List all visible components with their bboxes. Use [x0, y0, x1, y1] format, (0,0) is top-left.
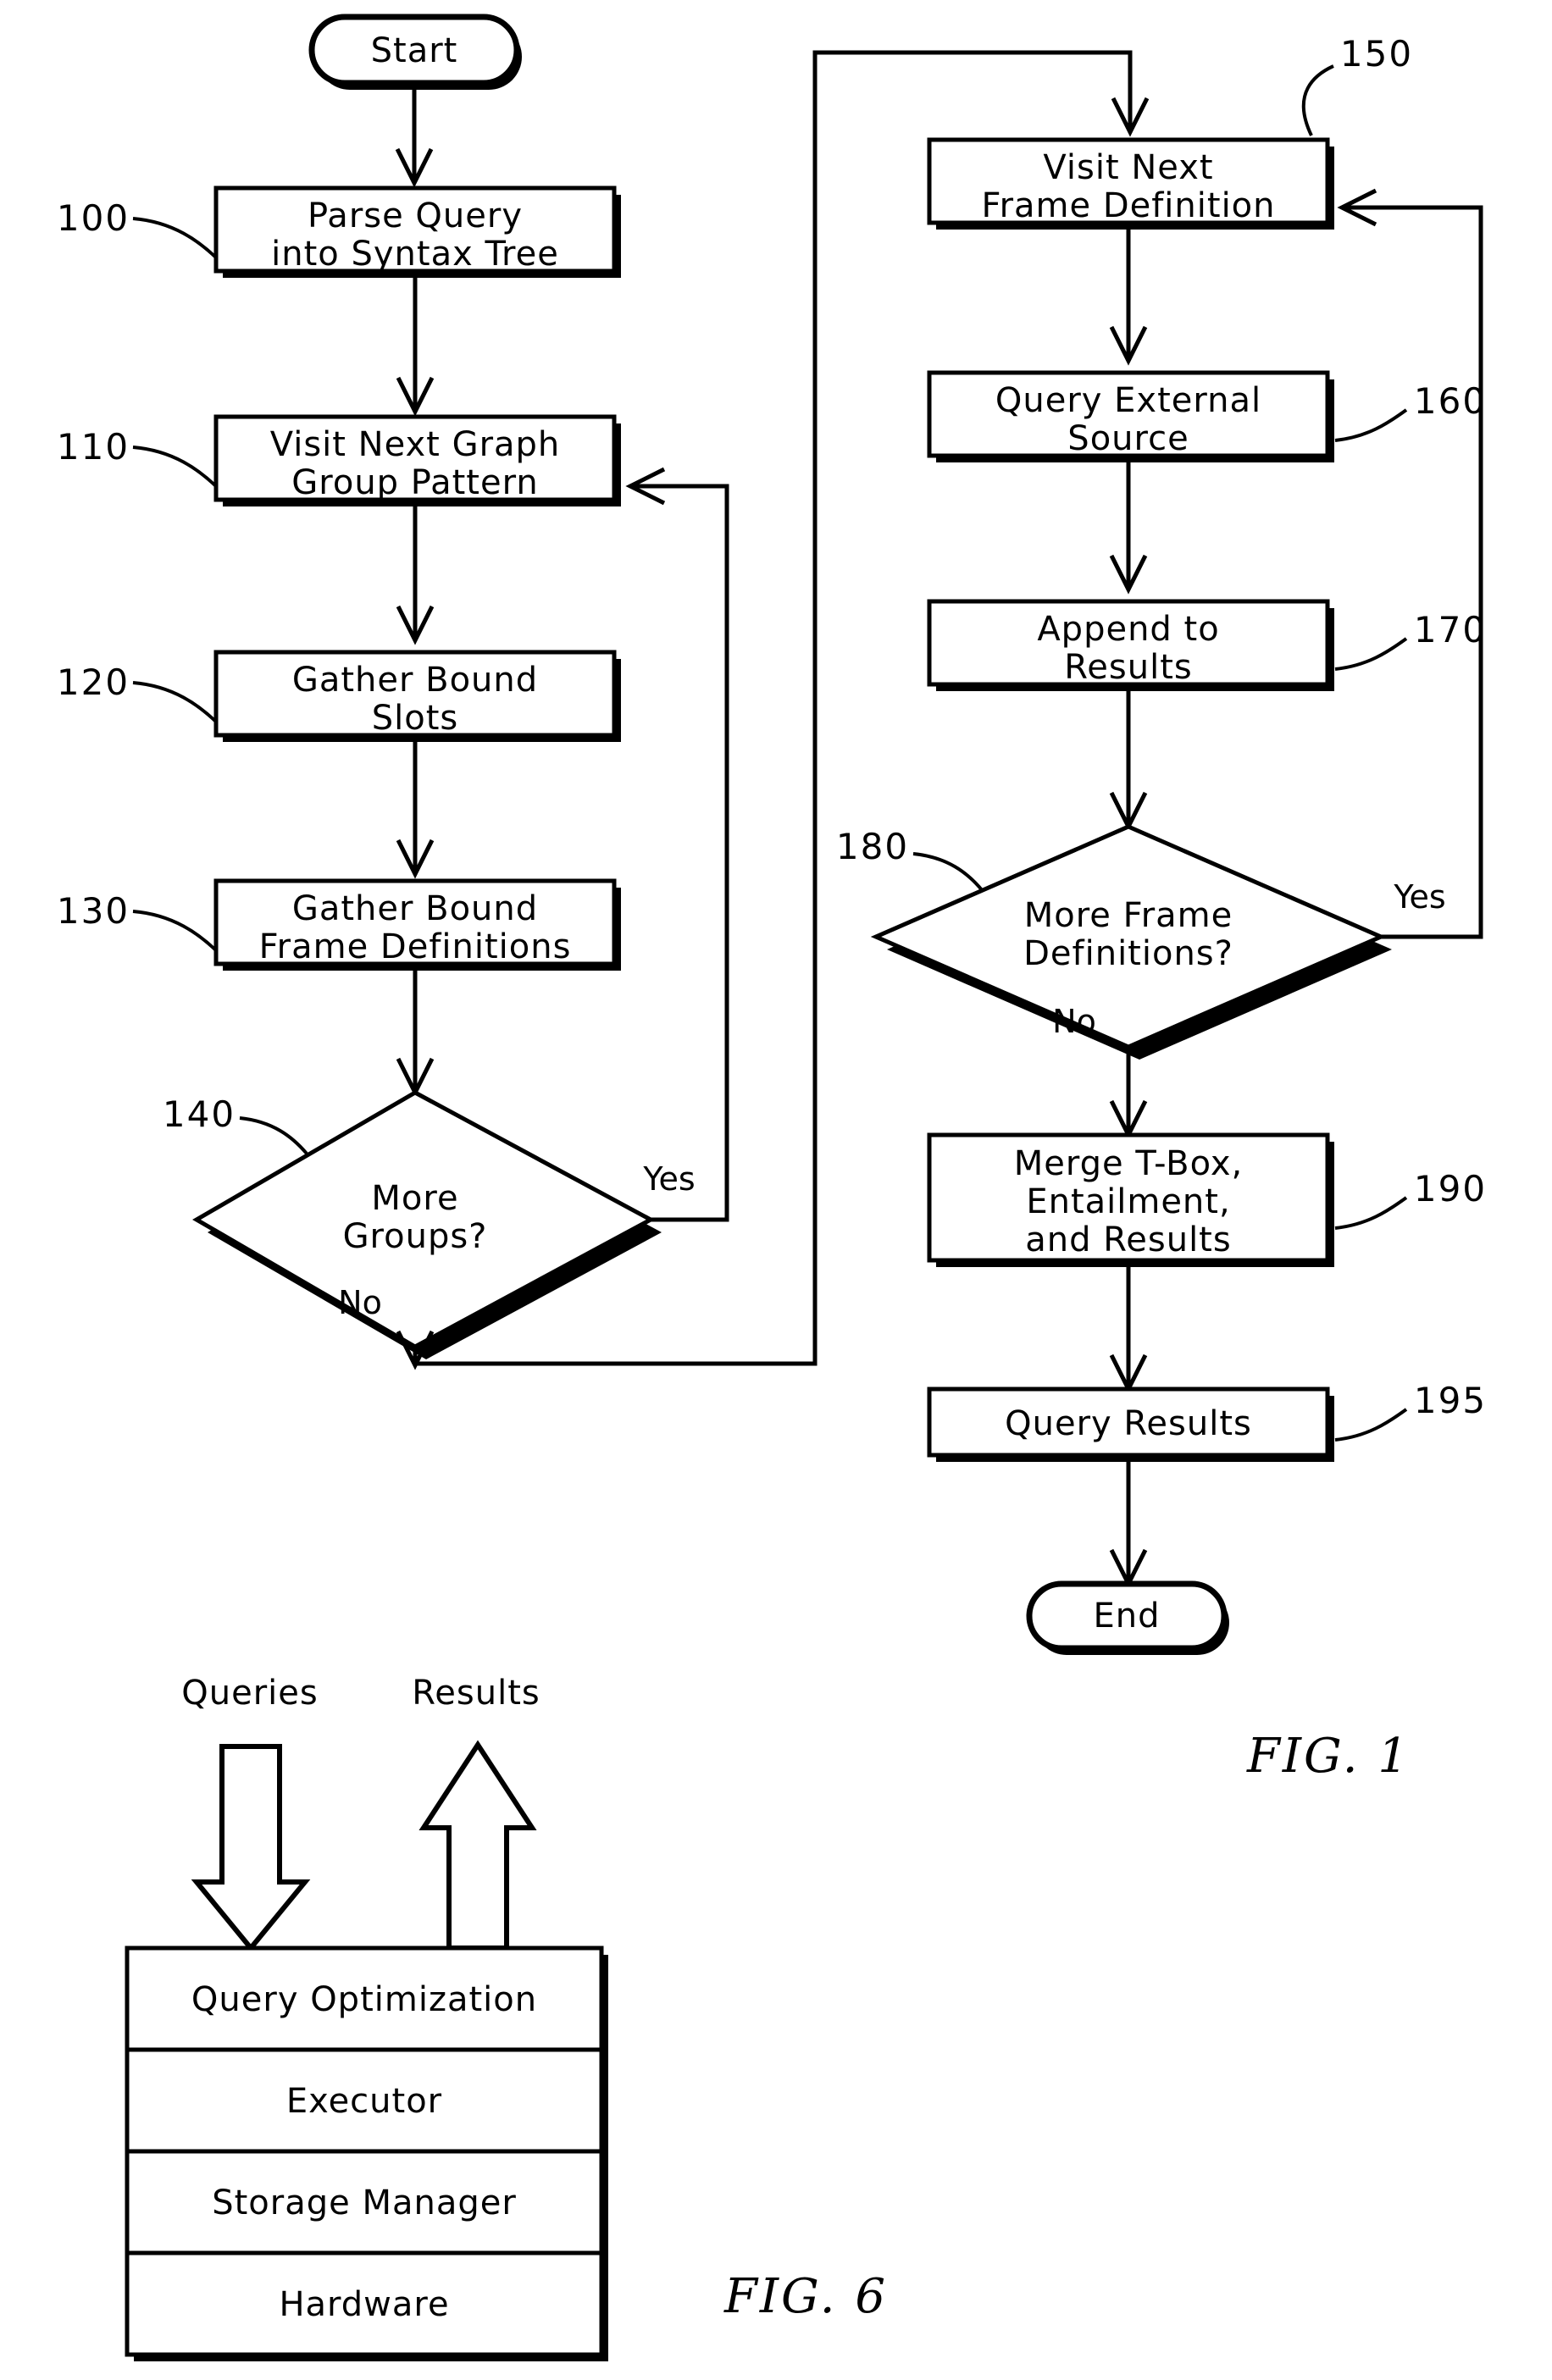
reference-numeral-140: 140: [163, 1093, 236, 1135]
reference-leader-190: 190: [1334, 1168, 1487, 1230]
node-180: More Frame Definitions?: [870, 824, 1392, 1060]
node-195-line-0: Query Results: [1005, 1404, 1252, 1443]
node-190-line-0: Merge T-Box,: [1014, 1144, 1243, 1183]
connector-140-yes-to-110: Yes: [625, 467, 729, 1222]
connector-190-to-195: [1109, 1267, 1148, 1394]
connector-120-to-130: [396, 742, 435, 879]
reference-numeral-130: 130: [57, 890, 130, 932]
reference-numeral-195: 195: [1414, 1380, 1487, 1421]
node-160: Query External Source: [927, 370, 1334, 462]
node-170-line-0: Append to: [1037, 610, 1219, 649]
reference-leader-150: 150: [1301, 33, 1413, 136]
reference-numeral-170: 170: [1414, 609, 1487, 650]
terminal-end-label: End: [1093, 1597, 1160, 1636]
queries-block-arrow-down: [191, 1744, 311, 1952]
reference-numeral-190: 190: [1414, 1168, 1487, 1209]
node-190-line-2: and Results: [1025, 1220, 1231, 1259]
node-190-line-1: Entailment,: [1026, 1182, 1230, 1221]
fig6-layer-2: Storage Manager: [125, 2149, 604, 2255]
node-150: Visit Next Frame Definition: [927, 137, 1334, 230]
node-100-line-0: Parse Query: [308, 196, 523, 235]
fig6-layer-0-label: Query Optimization: [191, 1980, 537, 2019]
node-140-line-1: Groups?: [343, 1217, 488, 1256]
node-180-line-0: More Frame: [1024, 896, 1233, 935]
node-120-line-1: Slots: [372, 699, 459, 738]
node-195: Query Results: [927, 1386, 1334, 1462]
connector-110-to-120: [396, 506, 435, 645]
node-100: Parse Query into Syntax Tree: [213, 185, 621, 278]
fig6-layer-0: Query Optimization: [125, 1946, 604, 2052]
reference-leader-130: 130: [57, 890, 219, 953]
fig6-layer-1: Executor: [125, 2047, 604, 2154]
reference-numeral-100: 100: [57, 197, 130, 239]
node-160-line-0: Query External: [995, 381, 1261, 420]
node-120-line-0: Gather Bound: [292, 661, 538, 700]
figure-1-caption: FIG. 1: [1246, 1729, 1411, 1784]
connector-195-to-end: [1109, 1462, 1148, 1589]
reference-numeral-120: 120: [57, 661, 130, 703]
node-150-line-1: Frame Definition: [981, 186, 1275, 225]
connector-150-to-160: [1109, 230, 1148, 366]
node-170: Append to Results: [927, 599, 1334, 691]
node-150-line-0: Visit Next: [1043, 148, 1213, 187]
terminal-start: Start: [308, 14, 522, 90]
reference-leader-100: 100: [57, 197, 219, 260]
reference-leader-110: 110: [57, 426, 219, 489]
flowchart-canvas: Start Parse Query into Syntax Tree 100 V…: [57, 14, 1487, 2361]
terminal-start-label: Start: [371, 31, 458, 70]
reference-leader-180: 180: [836, 826, 984, 893]
reference-leader-195: 195: [1334, 1380, 1487, 1442]
fig6-layer-2-label: Storage Manager: [212, 2184, 517, 2222]
node-160-line-1: Source: [1067, 419, 1189, 458]
figure-6-caption: FIG. 6: [723, 2269, 888, 2324]
node-100-line-1: into Syntax Tree: [271, 235, 559, 274]
patent-drawing-sheet: Start Parse Query into Syntax Tree 100 V…: [0, 0, 1552, 2380]
reference-leader-120: 120: [57, 661, 219, 724]
connector-160-to-170: [1109, 462, 1148, 595]
connector-180-yes-to-150: Yes: [1337, 188, 1483, 939]
node-140-line-0: More: [371, 1179, 458, 1218]
fig6-layer-3-label: Hardware: [279, 2285, 449, 2324]
edge-label-180-no: No: [1052, 1003, 1096, 1040]
node-180-line-1: Definitions?: [1023, 934, 1233, 973]
node-130-line-0: Gather Bound: [292, 889, 538, 928]
node-170-line-1: Results: [1064, 648, 1192, 687]
node-110: Visit Next Graph Group Pattern: [213, 414, 621, 506]
connector-start-to-100: [395, 83, 434, 188]
reference-numeral-150: 150: [1340, 33, 1413, 75]
fig6-input-label: Queries: [181, 1674, 318, 1713]
fig6-layer-1-label: Executor: [286, 2082, 442, 2121]
node-140: More Groups?: [192, 1090, 662, 1359]
node-130-line-1: Frame Definitions: [259, 927, 572, 966]
node-110-line-0: Visit Next Graph: [270, 425, 561, 464]
reference-numeral-110: 110: [57, 426, 130, 468]
node-130: Gather Bound Frame Definitions: [213, 878, 621, 971]
reference-leader-170: 170: [1334, 609, 1487, 671]
connector-100-to-110: [396, 278, 435, 417]
fig6-layer-3: Hardware: [125, 2250, 604, 2357]
reference-numeral-180: 180: [836, 826, 909, 867]
edge-label-180-yes: Yes: [1393, 878, 1445, 916]
reference-leader-160: 160: [1334, 380, 1487, 442]
results-block-arrow-up: [418, 1740, 537, 1951]
edge-label-140-no: No: [338, 1284, 382, 1321]
terminal-end: End: [1026, 1580, 1229, 1655]
node-120: Gather Bound Slots: [213, 650, 621, 742]
reference-numeral-160: 160: [1414, 380, 1487, 422]
reference-leader-140: 140: [163, 1093, 308, 1155]
node-190: Merge T-Box, Entailment, and Results: [927, 1132, 1334, 1267]
connector-130-to-140: [396, 971, 435, 1098]
connector-170-to-180: [1109, 691, 1148, 832]
node-110-line-1: Group Pattern: [291, 463, 538, 502]
fig6-output-label: Results: [412, 1674, 540, 1713]
edge-label-140-yes: Yes: [642, 1160, 695, 1198]
